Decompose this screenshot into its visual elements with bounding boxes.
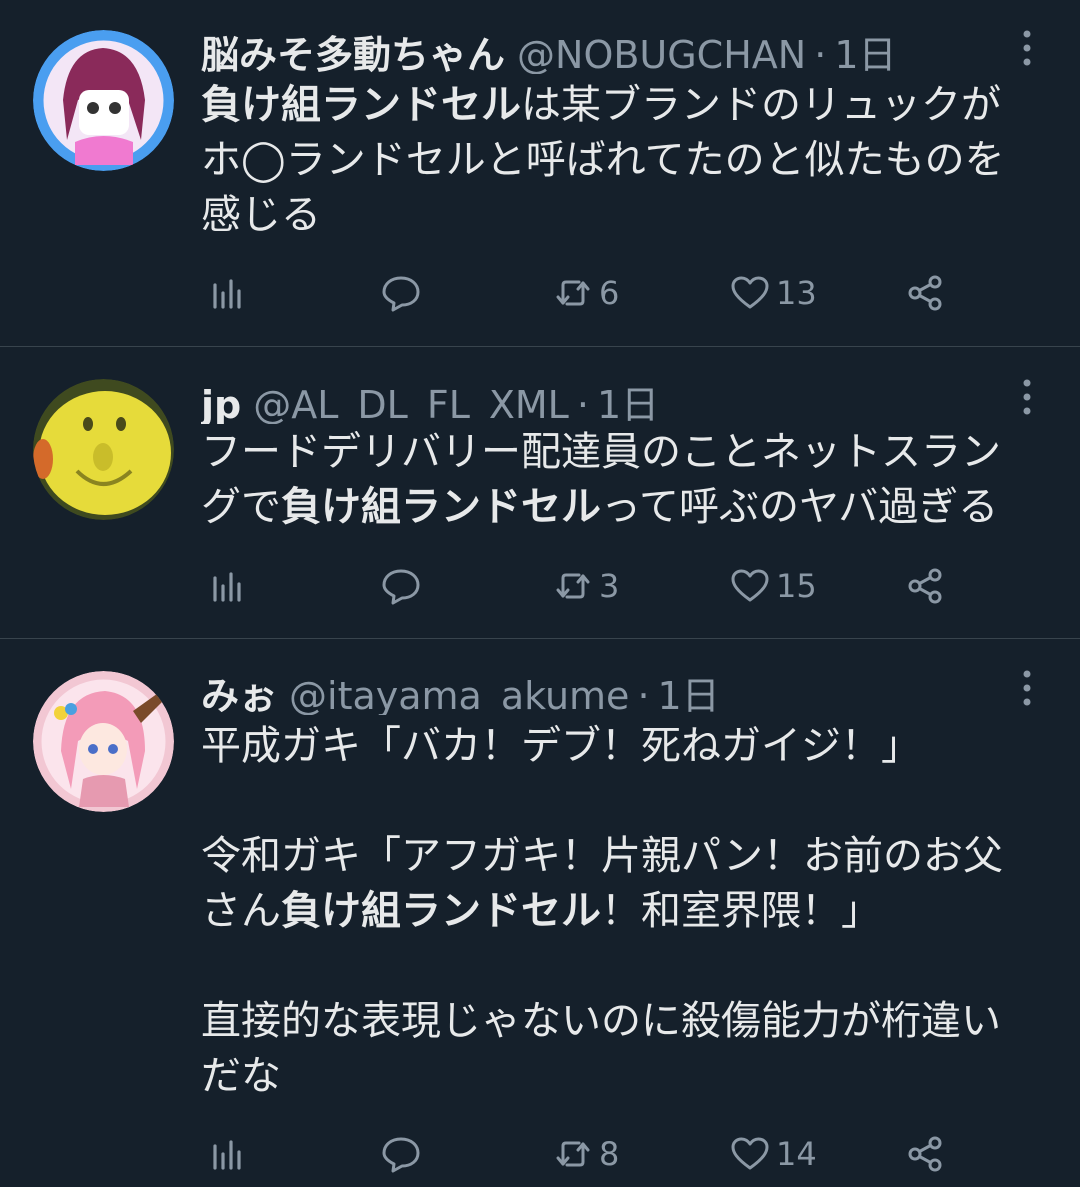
tweet-header: 脳みそ多動ちゃん @NOBUGCHAN · 1日 xyxy=(201,24,990,74)
action-bar: 3 15 xyxy=(0,561,1080,611)
text-line: だな xyxy=(201,1049,1051,1104)
like-button[interactable]: 15 xyxy=(730,561,817,611)
retweet-button[interactable]: 3 xyxy=(553,561,619,611)
tweet-header: みぉ @itayama_akume · 1日 xyxy=(201,665,990,715)
tweet-2[interactable]: jp @AL_DL_FL_XML · 1日 フードデリバリー配達員のことネットス… xyxy=(0,347,1080,638)
reply-button[interactable] xyxy=(381,268,421,318)
views-button[interactable] xyxy=(207,561,247,611)
retweet-arrows-icon xyxy=(553,566,593,606)
like-button[interactable]: 13 xyxy=(730,268,817,318)
like-button[interactable]: 14 xyxy=(730,1129,817,1179)
text-line: 負け組ランドセルは某ブランドのリュックが xyxy=(201,78,1051,133)
bar-chart-icon xyxy=(207,1134,247,1174)
speech-bubble-icon xyxy=(381,273,421,313)
text-line: 令和ガキ「アフガキ！片親パン！お前のお父 xyxy=(201,829,1051,884)
like-count: 13 xyxy=(776,274,817,312)
action-bar: 6 13 xyxy=(0,268,1080,318)
separator-dot: · xyxy=(576,383,589,424)
user-handle[interactable]: @itayama_akume xyxy=(289,674,629,715)
text-run: 直接的な表現じゃないのに殺傷能力が桁違い xyxy=(201,998,1001,1044)
share-button[interactable] xyxy=(905,1129,945,1179)
retweet-arrows-icon xyxy=(553,273,593,313)
share-nodes-icon xyxy=(905,273,945,313)
text-run: ！和室界隈！」 xyxy=(601,888,881,934)
tweet-text: 平成ガキ「バカ！デブ！死ねガイジ！」 令和ガキ「アフガキ！片親パン！お前のお父 さん… xyxy=(201,719,1051,1104)
text-run: ホ◯ランドセルと呼ばれてたのと似たものを xyxy=(201,137,1005,183)
timestamp[interactable]: 1日 xyxy=(834,24,896,74)
bar-chart-icon xyxy=(207,566,247,606)
retweet-count: 8 xyxy=(599,1135,620,1173)
reply-button[interactable] xyxy=(381,561,421,611)
display-name[interactable]: jp xyxy=(201,383,241,424)
separator-dot: · xyxy=(637,674,650,715)
tweet-text: 負け組ランドセルは某ブランドのリュックが ホ◯ランドセルと呼ばれてたのと似たものを… xyxy=(201,78,1051,243)
vertical-dots-icon xyxy=(1023,30,1031,66)
more-options-button[interactable] xyxy=(1005,26,1049,70)
retweet-count: 6 xyxy=(599,274,620,312)
tweet-header: jp @AL_DL_FL_XML · 1日 xyxy=(201,374,990,424)
text-line: グで負け組ランドセルって呼ぶのヤバ過ぎる xyxy=(201,480,1051,535)
text-run: 感じる xyxy=(201,192,321,238)
display-name[interactable]: 脳みそ多動ちゃん xyxy=(201,24,505,74)
display-name[interactable]: みぉ xyxy=(201,665,277,715)
avatar[interactable] xyxy=(33,671,174,812)
share-nodes-icon xyxy=(905,1134,945,1174)
more-options-button[interactable] xyxy=(1005,666,1049,710)
text-line: 平成ガキ「バカ！デブ！死ねガイジ！」 xyxy=(201,719,1051,774)
tweet-1[interactable]: 脳みそ多動ちゃん @NOBUGCHAN · 1日 負け組ランドセルは某ブランドの… xyxy=(0,0,1080,346)
text-line: ホ◯ランドセルと呼ばれてたのと似たものを xyxy=(201,133,1051,188)
bar-chart-icon xyxy=(207,273,247,313)
text-line: フードデリバリー配達員のことネットスラン xyxy=(201,425,1051,480)
action-bar: 8 14 xyxy=(0,1129,1080,1179)
separator-dot: · xyxy=(814,33,827,74)
tweet-text: フードデリバリー配達員のことネットスラン グで負け組ランドセルって呼ぶのヤバ過ぎる xyxy=(201,425,1051,535)
text-run: グで xyxy=(201,484,281,530)
user-handle[interactable]: @NOBUGCHAN xyxy=(517,33,806,74)
text-run: だな xyxy=(201,1053,281,1099)
avatar[interactable] xyxy=(33,30,174,171)
tweet-3[interactable]: みぉ @itayama_akume · 1日 平成ガキ「バカ！デブ！死ねガイジ！… xyxy=(0,639,1080,1187)
retweet-count: 3 xyxy=(599,567,620,605)
heart-icon xyxy=(730,273,770,313)
bold-text: 負け組ランドセル xyxy=(281,888,601,934)
reply-button[interactable] xyxy=(381,1129,421,1179)
text-run: 平成ガキ「バカ！デブ！死ねガイジ！」 xyxy=(201,723,921,769)
text-run: フードデリバリー配達員のことネットスラン xyxy=(201,429,1001,475)
bold-text: 負け組ランドセル xyxy=(281,484,601,530)
avatar[interactable] xyxy=(33,379,174,520)
retweet-arrows-icon xyxy=(553,1134,593,1174)
text-line: 直接的な表現じゃないのに殺傷能力が桁違い xyxy=(201,994,1051,1049)
text-run: って呼ぶのヤバ過ぎる xyxy=(601,484,999,530)
speech-bubble-icon xyxy=(381,566,421,606)
text-run: 令和ガキ「アフガキ！片親パン！お前のお父 xyxy=(201,833,1003,879)
views-button[interactable] xyxy=(207,1129,247,1179)
more-options-button[interactable] xyxy=(1005,375,1049,419)
views-button[interactable] xyxy=(207,268,247,318)
like-count: 15 xyxy=(776,567,817,605)
user-handle[interactable]: @AL_DL_FL_XML xyxy=(253,383,569,424)
text-line: さん負け組ランドセル！和室界隈！」 xyxy=(201,884,1051,939)
like-count: 14 xyxy=(776,1135,817,1173)
bold-text: 負け組ランドセル xyxy=(201,82,521,128)
speech-bubble-icon xyxy=(381,1134,421,1174)
share-button[interactable] xyxy=(905,268,945,318)
text-run: さん xyxy=(201,888,281,934)
heart-icon xyxy=(730,1134,770,1174)
retweet-button[interactable]: 8 xyxy=(553,1129,619,1179)
text-line: 感じる xyxy=(201,188,1051,243)
heart-icon xyxy=(730,566,770,606)
vertical-dots-icon xyxy=(1023,379,1031,415)
vertical-dots-icon xyxy=(1023,670,1031,706)
text-run: は某ブランドのリュックが xyxy=(521,82,1001,128)
share-nodes-icon xyxy=(905,566,945,606)
timestamp[interactable]: 1日 xyxy=(658,665,720,715)
share-button[interactable] xyxy=(905,561,945,611)
timestamp[interactable]: 1日 xyxy=(597,374,659,424)
retweet-button[interactable]: 6 xyxy=(553,268,619,318)
